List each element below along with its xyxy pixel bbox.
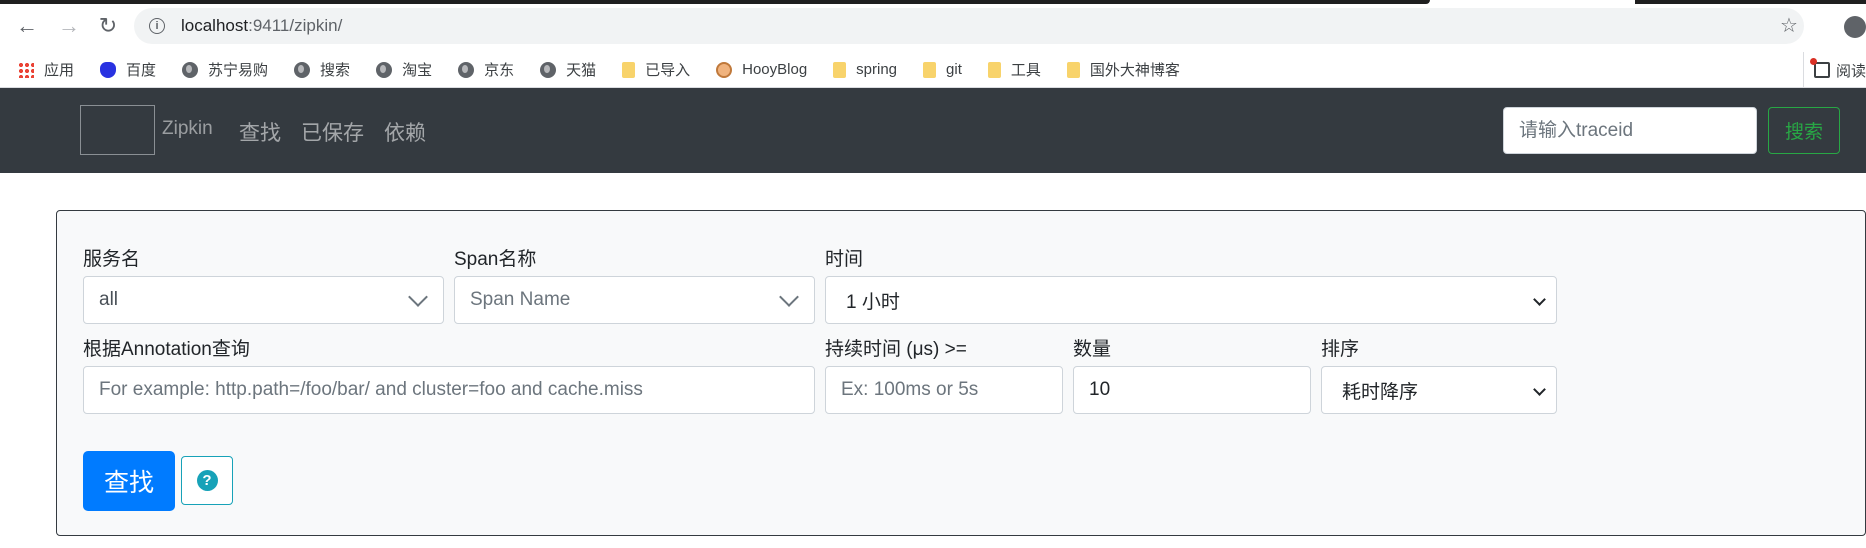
folder-icon [1066, 61, 1080, 78]
select-arrow-icon [1533, 383, 1546, 396]
annotation-query-label: 根据Annotation查询 [83, 339, 250, 360]
query-form-card: 服务名 all Span名称 Span Name 时间 1 小时 根据Annot… [56, 210, 1866, 536]
bookmark-label: 苏宁易购 [208, 62, 269, 79]
bookmark-baidu[interactable]: 百度 [100, 59, 156, 80]
limit-input[interactable]: 10 [1073, 366, 1311, 414]
bookmark-search[interactable]: 搜索 [294, 59, 350, 80]
service-name-label: 服务名 [83, 249, 141, 270]
bookmark-hooyblog[interactable]: HooyBlog [716, 61, 807, 78]
nav-link-find[interactable]: 查找 [239, 117, 281, 147]
folder-icon [987, 61, 1001, 78]
question-circle-icon: ? [196, 470, 218, 491]
span-name-label: Span名称 [454, 249, 537, 270]
chevron-down-icon [779, 287, 799, 307]
bookmark-label: 百度 [126, 62, 157, 79]
url-text[interactable]: localhost:9411/zipkin/ [181, 16, 342, 36]
folder-icon [923, 61, 937, 78]
brand-logo-image[interactable] [80, 105, 155, 155]
tab-strip-edge [0, 0, 1430, 4]
bookmark-label: 京东 [484, 62, 515, 79]
limit-value: 10 [1089, 379, 1111, 400]
globe-icon [540, 61, 557, 78]
reading-list-button[interactable]: 阅读 [1802, 52, 1866, 88]
bookmark-label: HooyBlog [742, 61, 808, 78]
bookmark-imported[interactable]: 已导入 [622, 59, 690, 80]
forward-arrow-icon[interactable]: → [55, 12, 83, 40]
url-path: :9411/zipkin/ [248, 16, 343, 35]
globe-icon [458, 61, 475, 78]
globe-icon [182, 61, 199, 78]
nav-links: 查找 已保存 依赖 [239, 117, 446, 147]
bookmark-tmall[interactable]: 天猫 [540, 59, 596, 80]
url-host: localhost [181, 16, 249, 35]
bookmark-label: 淘宝 [402, 62, 433, 79]
bookmark-label: 已导入 [645, 62, 691, 79]
bookmark-foreign-blogs[interactable]: 国外大神博客 [1066, 59, 1180, 80]
tab-strip-edge-right [1635, 0, 1866, 4]
time-range-value: 1 小时 [846, 291, 900, 313]
min-duration-input[interactable]: Ex: 100ms or 5s [825, 366, 1063, 414]
bookmark-label: 应用 [44, 62, 75, 79]
brand-name[interactable]: Zipkin [162, 118, 213, 140]
bookmark-taobao[interactable]: 淘宝 [376, 59, 432, 80]
bookmark-git[interactable]: git [923, 61, 962, 78]
address-bar[interactable]: i localhost:9411/zipkin/ ☆ [134, 8, 1804, 44]
help-button[interactable]: ? [181, 456, 233, 505]
select-arrow-icon [1533, 293, 1546, 306]
bookmark-tools[interactable]: 工具 [987, 59, 1041, 80]
time-range-select[interactable]: 1 小时 [825, 276, 1557, 324]
traceid-search-input[interactable] [1503, 107, 1757, 154]
profile-icon[interactable] [1844, 16, 1866, 38]
globe-icon [376, 61, 393, 78]
bookmark-apps[interactable]: 应用 [18, 59, 74, 80]
bookmark-star-icon[interactable]: ☆ [1774, 13, 1804, 38]
folder-icon [833, 61, 847, 78]
globe-icon [294, 61, 311, 78]
reload-icon[interactable]: ↻ [94, 12, 122, 40]
bookmarks-bar: 应用 百度 苏宁易购 搜索 淘宝 京东 天猫 已导入 HooyBlog spri… [0, 52, 1866, 88]
annotation-query-input[interactable]: For example: http.path=/foo/bar/ and clu… [83, 366, 815, 414]
traceid-search-button[interactable]: 搜索 [1768, 107, 1840, 154]
bookmark-spring[interactable]: spring [833, 61, 897, 78]
min-duration-placeholder: Ex: 100ms or 5s [841, 379, 979, 400]
reading-list-icon [1809, 58, 1830, 78]
service-name-value: all [99, 289, 119, 310]
span-name-placeholder: Span Name [470, 289, 571, 310]
sort-order-select[interactable]: 耗时降序 [1321, 366, 1557, 414]
nav-link-saved[interactable]: 已保存 [301, 117, 364, 147]
bookmark-label: 工具 [1010, 62, 1041, 79]
chevron-down-icon [408, 287, 428, 307]
bookmark-label: spring [856, 61, 898, 78]
limit-label: 数量 [1073, 339, 1112, 360]
bookmark-label: 天猫 [566, 62, 597, 79]
zipkin-navbar: Zipkin 查找 已保存 依赖 搜索 [0, 88, 1866, 173]
bookmark-label: 国外大神博客 [1089, 62, 1180, 79]
bookmark-suning[interactable]: 苏宁易购 [182, 59, 268, 80]
find-traces-button[interactable]: 查找 [83, 451, 175, 511]
service-name-select[interactable]: all [83, 276, 444, 324]
bookmark-label: 搜索 [320, 62, 351, 79]
sort-label: 排序 [1321, 339, 1360, 360]
annotation-query-placeholder: For example: http.path=/foo/bar/ and clu… [99, 379, 643, 400]
reading-list-label: 阅读 [1835, 62, 1866, 80]
baidu-paw-icon [100, 61, 117, 78]
sort-order-value: 耗时降序 [1342, 381, 1419, 403]
back-arrow-icon[interactable]: ← [13, 12, 41, 40]
time-label: 时间 [825, 249, 864, 270]
info-icon[interactable]: i [149, 18, 165, 34]
bookmark-label: git [946, 61, 962, 78]
span-name-select[interactable]: Span Name [454, 276, 815, 324]
hooyblog-avatar-icon [716, 61, 733, 78]
nav-link-dependencies[interactable]: 依赖 [384, 117, 426, 147]
browser-toolbar: ← → ↻ i localhost:9411/zipkin/ ☆ [0, 0, 1866, 52]
folder-icon [622, 61, 636, 78]
bookmark-jd[interactable]: 京东 [458, 59, 514, 80]
min-duration-label: 持续时间 (μs) >= [825, 339, 967, 360]
apps-grid-icon [18, 61, 34, 78]
